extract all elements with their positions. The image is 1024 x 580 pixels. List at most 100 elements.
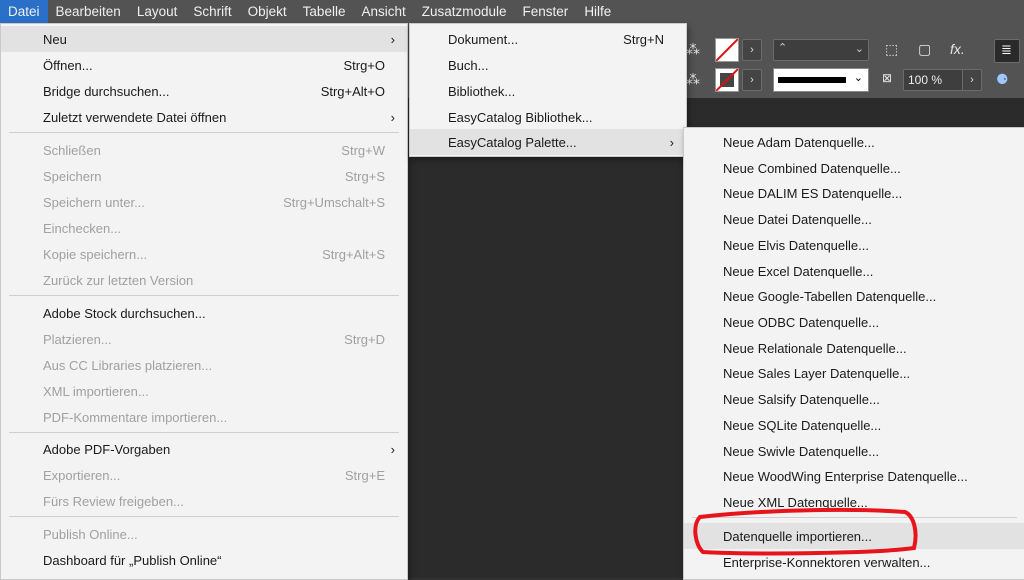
- menu-item-bibliothek[interactable]: Bibliothek...: [410, 78, 686, 104]
- menu-item-shortcut: Strg+O: [343, 57, 385, 73]
- chevron-right-icon: ›: [669, 134, 674, 150]
- menu-item-label: Neue Combined Datenquelle...: [723, 160, 901, 176]
- chevron-down-icon[interactable]: ⌄: [855, 42, 864, 55]
- toggle-icon[interactable]: ⚈: [996, 71, 1009, 88]
- menu-item-salsify[interactable]: Neue Salsify Datenquelle...: [684, 386, 1024, 412]
- menu-ansicht[interactable]: Ansicht: [353, 0, 413, 23]
- menu-item-platzieren[interactable]: Platzieren... Strg+D: [1, 326, 407, 352]
- menu-item-label: Platzieren...: [43, 331, 112, 347]
- menu-item-sqlite[interactable]: Neue SQLite Datenquelle...: [684, 412, 1024, 438]
- menu-item-enterprise-konnektoren[interactable]: Enterprise-Konnektoren verwalten...: [684, 549, 1024, 575]
- menu-item-zurueck[interactable]: Zurück zur letzten Version: [1, 267, 407, 293]
- frame-fitting-icon[interactable]: ⬚: [885, 41, 898, 58]
- menu-item-label: Speichern: [43, 168, 102, 184]
- stroke-weight-field[interactable]: ⌃ ⌄: [773, 39, 869, 61]
- menu-item-relationale[interactable]: Neue Relationale Datenquelle...: [684, 335, 1024, 361]
- fx-icon[interactable]: fx.: [950, 41, 965, 57]
- menu-item-neu[interactable]: Neu ›: [1, 26, 407, 52]
- menu-item-kopie-speichern[interactable]: Kopie speichern... Strg+Alt+S: [1, 241, 407, 267]
- menu-item-speichern[interactable]: Speichern Strg+S: [1, 163, 407, 189]
- menu-item-label: XML importieren...: [43, 383, 149, 399]
- menu-item-dashboard[interactable]: Dashboard für „Publish Online“: [1, 547, 407, 573]
- distribute-icon[interactable]: ⁂: [686, 71, 700, 88]
- align-icon[interactable]: ⁂: [686, 41, 700, 58]
- neu-submenu: Dokument... Strg+N Buch... Bibliothek...…: [409, 23, 687, 157]
- menu-item-label: Publish Online...: [43, 526, 138, 542]
- menu-item-swivle[interactable]: Neue Swivle Datenquelle...: [684, 438, 1024, 464]
- fill-swatch[interactable]: [715, 38, 739, 62]
- menu-item-elvis[interactable]: Neue Elvis Datenquelle...: [684, 232, 1024, 258]
- menu-item-buch[interactable]: Buch...: [410, 52, 686, 78]
- menu-item-shortcut: Strg+W: [341, 142, 385, 158]
- opacity-field[interactable]: 100 %: [903, 69, 965, 91]
- menu-item-xml[interactable]: Neue XML Datenquelle...: [684, 489, 1024, 515]
- menu-item-easycatalog-bibliothek[interactable]: EasyCatalog Bibliothek...: [410, 104, 686, 130]
- menu-item-label: Neue SQLite Datenquelle...: [723, 417, 882, 433]
- chevron-right-icon: ›: [390, 441, 395, 457]
- menu-item-label: Adobe PDF-Vorgaben: [43, 441, 171, 457]
- menu-item-label: PDF-Kommentare importieren...: [43, 409, 228, 425]
- menu-item-easycatalog-palette[interactable]: EasyCatalog Palette... ›: [410, 129, 686, 155]
- menu-separator: [692, 517, 1017, 518]
- menu-item-xml-importieren[interactable]: XML importieren...: [1, 378, 407, 404]
- menu-item-review[interactable]: Fürs Review freigeben...: [1, 488, 407, 514]
- menu-item-dalim[interactable]: Neue DALIM ES Datenquelle...: [684, 180, 1024, 206]
- menu-item-odbc[interactable]: Neue ODBC Datenquelle...: [684, 309, 1024, 335]
- menu-item-excel[interactable]: Neue Excel Datenquelle...: [684, 258, 1024, 284]
- fill-menu-button[interactable]: ›: [742, 39, 762, 61]
- panel-menu-button[interactable]: ≣: [994, 39, 1020, 63]
- menu-item-label: Zurück zur letzten Version: [43, 272, 194, 288]
- menu-item-label: EasyCatalog Bibliothek...: [448, 109, 593, 125]
- menu-zusatzmodule[interactable]: Zusatzmodule: [414, 0, 515, 23]
- menu-item-pdf-vorgaben[interactable]: Adobe PDF-Vorgaben ›: [1, 436, 407, 462]
- menu-bearbeiten[interactable]: Bearbeiten: [48, 0, 129, 23]
- menu-item-recent[interactable]: Zuletzt verwendete Datei öffnen ›: [1, 104, 407, 130]
- menu-item-adobe-stock[interactable]: Adobe Stock durchsuchen...: [1, 300, 407, 326]
- stroke-swatch[interactable]: [715, 68, 739, 92]
- menu-item-shortcut: Strg+Alt+O: [320, 83, 385, 99]
- menu-item-bridge[interactable]: Bridge durchsuchen... Strg+Alt+O: [1, 78, 407, 104]
- menu-item-label: Dokument...: [448, 31, 519, 47]
- menu-item-label: Adobe Stock durchsuchen...: [43, 305, 206, 321]
- menu-objekt[interactable]: Objekt: [240, 0, 295, 23]
- menu-separator: [9, 516, 399, 517]
- menu-item-combined[interactable]: Neue Combined Datenquelle...: [684, 155, 1024, 181]
- menu-item-shortcut: Strg+Umschalt+S: [283, 194, 385, 210]
- menu-item-publish-online[interactable]: Publish Online...: [1, 521, 407, 547]
- menu-item-adam[interactable]: Neue Adam Datenquelle...: [684, 129, 1024, 155]
- menu-item-label: Neue Elvis Datenquelle...: [723, 237, 869, 253]
- paragraph-icon: ≣: [1001, 42, 1012, 57]
- menu-item-schliessen[interactable]: Schließen Strg+W: [1, 137, 407, 163]
- menu-item-speichern-unter[interactable]: Speichern unter... Strg+Umschalt+S: [1, 189, 407, 215]
- menu-datei[interactable]: Datei: [0, 0, 48, 23]
- menu-item-exportieren[interactable]: Exportieren... Strg+E: [1, 462, 407, 488]
- menu-item-oeffnen[interactable]: Öffnen... Strg+O: [1, 52, 407, 78]
- chevron-down-icon[interactable]: ⌄: [854, 71, 863, 84]
- stroke-menu-button[interactable]: ›: [742, 69, 762, 91]
- stepper-icon[interactable]: ⌃: [778, 41, 787, 54]
- stroke-none-icon: [715, 68, 739, 92]
- menu-item-google-tabellen[interactable]: Neue Google-Tabellen Datenquelle...: [684, 283, 1024, 309]
- menu-fenster[interactable]: Fenster: [515, 0, 577, 23]
- menu-item-datei[interactable]: Neue Datei Datenquelle...: [684, 206, 1024, 232]
- menu-item-datenquelle-importieren[interactable]: Datenquelle importieren...: [684, 523, 1024, 549]
- menu-item-dokument[interactable]: Dokument... Strg+N: [410, 26, 686, 52]
- menu-item-label: Schließen: [43, 142, 101, 158]
- stroke-preview: [778, 77, 846, 83]
- shadow-icon[interactable]: ▢: [918, 41, 931, 58]
- stroke-type-select[interactable]: ⌄: [773, 68, 869, 92]
- menu-item-woodwing[interactable]: Neue WoodWing Enterprise Datenquelle...: [684, 463, 1024, 489]
- opacity-icon: ⊠: [882, 71, 893, 85]
- menu-item-sales-layer[interactable]: Neue Sales Layer Datenquelle...: [684, 360, 1024, 386]
- menu-item-einchecken[interactable]: Einchecken...: [1, 215, 407, 241]
- menu-item-cc-libraries[interactable]: Aus CC Libraries platzieren...: [1, 352, 407, 378]
- opacity-menu-button[interactable]: ›: [962, 69, 982, 91]
- menu-item-label: Neue XML Datenquelle...: [723, 494, 868, 510]
- menu-hilfe[interactable]: Hilfe: [576, 0, 619, 23]
- menu-item-label: Buch...: [448, 57, 489, 73]
- menu-item-pdf-kommentare[interactable]: PDF-Kommentare importieren...: [1, 404, 407, 430]
- menu-item-label: Dashboard für „Publish Online“: [43, 552, 222, 568]
- menu-schrift[interactable]: Schrift: [185, 0, 239, 23]
- menu-tabelle[interactable]: Tabelle: [295, 0, 354, 23]
- menu-layout[interactable]: Layout: [129, 0, 186, 23]
